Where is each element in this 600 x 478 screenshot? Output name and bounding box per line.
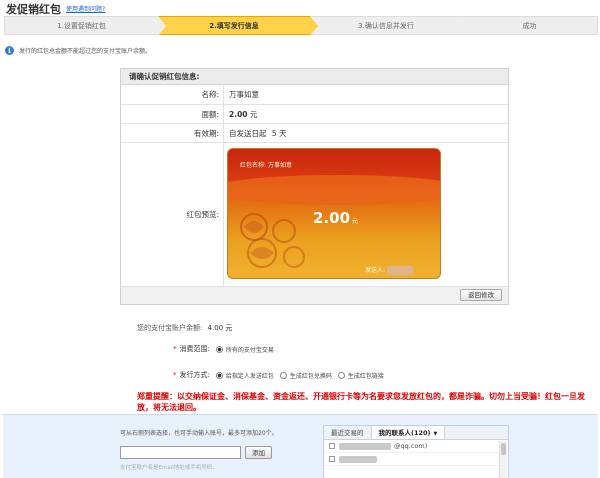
- scope-option: 所有的支付宝交易: [225, 346, 274, 354]
- balance-notice: i 发行的红包总金额不能超过您的支付宝账户余额。: [5, 46, 151, 55]
- contact-item[interactable]: @qq.com): [324, 440, 508, 453]
- step-arrow: [310, 16, 318, 36]
- scope-label: 消费范围:: [179, 345, 210, 353]
- tab-recent-trades[interactable]: 最近交易的: [324, 426, 371, 439]
- card-wave: [228, 175, 440, 205]
- card-amount: 2.00 元: [313, 209, 358, 227]
- page-title: 发促销红包: [6, 3, 61, 16]
- step-progress-bar: 1.设置促销红包 2.填写发行信息 3.确认信息并发行 成功: [4, 16, 598, 36]
- scope-radio[interactable]: [215, 345, 223, 353]
- lucky-pattern-icon: [240, 213, 305, 268]
- card-sender: 发送人:: [365, 265, 414, 275]
- balance-value: 4.00 元: [207, 324, 233, 332]
- step-2-label: 2.填写发行信息: [209, 22, 259, 30]
- validity-value-wrap: 自发送日起 5 天: [224, 124, 287, 142]
- issue-method-row: * 发行方式: 给指定人发送红包 生成红包兑换码 生成红包链接: [173, 370, 384, 380]
- step-4-label: 成功: [522, 22, 537, 30]
- add-recipient-button[interactable]: 添加: [245, 446, 272, 459]
- issue-option-code: 生成红包兑换码: [289, 372, 332, 380]
- card-name-value: 万事如意: [267, 162, 292, 169]
- scope-row: * 消费范围: 所有的支付宝交易: [173, 344, 274, 354]
- confirm-header: 请确认促销红包信息:: [121, 69, 508, 85]
- card-amount-value: 2.00: [313, 209, 351, 227]
- confirm-footer: 返回修改: [121, 287, 508, 304]
- issue-option-specified: 给指定人发送红包: [225, 372, 274, 380]
- recipient-sub-hint: 支付宝账户名是Email地址或手机号码。: [120, 465, 218, 471]
- tab-my-contacts[interactable]: 我的联系人(120) ▼: [370, 426, 446, 439]
- help-link[interactable]: 使用遇到问题?: [66, 4, 105, 13]
- card-name-prefix: 红包名称:: [240, 162, 267, 169]
- sender-redacted: [387, 266, 414, 275]
- step-arrow: [462, 16, 470, 36]
- contact-email: @qq.com): [394, 441, 428, 450]
- scrollbar-thumb[interactable]: [501, 443, 506, 455]
- required-star: *: [173, 371, 177, 379]
- notice-text: 发行的红包总金额不能超过您的支付宝账户余额。: [19, 48, 152, 55]
- step-3: 3.确认信息并发行: [310, 16, 470, 36]
- contact-name-redacted: [339, 455, 377, 463]
- tab-my-contacts-label: 我的联系人(120): [378, 429, 431, 437]
- required-star: *: [173, 345, 177, 353]
- red-envelope-preview-card: 红包名称: 万事如意 2.00 元 发送人:: [227, 148, 441, 279]
- amount-unit: 元: [249, 110, 258, 119]
- preview-label: 红包预览:: [121, 143, 224, 286]
- balance-label: 您的支付宝账户余额:: [137, 324, 203, 332]
- validity-label: 有效期:: [121, 124, 224, 142]
- validity-days: 5 天: [271, 129, 287, 138]
- contact-checkbox[interactable]: [329, 456, 335, 462]
- info-icon: i: [5, 46, 14, 55]
- name-value: 万事如意: [229, 90, 259, 99]
- contacts-tabs: 最近交易的 我的联系人(120) ▼: [324, 426, 508, 440]
- amount-label: 面额:: [121, 105, 224, 123]
- issue-radio-link[interactable]: [337, 371, 345, 379]
- confirm-panel: 请确认促销红包信息: 名称: 万事如意 面额: 2.00 元 有效期: 自发送日…: [120, 68, 509, 305]
- issue-option-link: 生成红包链接: [347, 372, 384, 380]
- back-edit-button[interactable]: 返回修改: [460, 289, 502, 301]
- recipient-hint: 可从右侧列表选择，也可手动输入账号，最多可添加20个。: [120, 430, 278, 437]
- amount-value: 2.00: [229, 110, 248, 119]
- contacts-list-panel: 最近交易的 我的联系人(120) ▼ @qq.com): [323, 425, 509, 478]
- contacts-scrollbar[interactable]: [499, 441, 507, 478]
- chevron-down-icon: ▼: [433, 431, 438, 437]
- fraud-warning: 郑重提醒：以交纳保证金、消保基金、资金返还、开通银行卡等为名要求您发放红包的，都…: [137, 391, 585, 412]
- account-balance: 您的支付宝账户余额: 4.00 元: [137, 323, 232, 333]
- step-2-active: 2.填写发行信息: [158, 16, 318, 36]
- recipient-account-input[interactable]: [120, 446, 241, 459]
- validity-row: 有效期: 自发送日起 5 天: [121, 124, 508, 143]
- card-amount-unit: 元: [352, 218, 359, 225]
- contact-name-redacted: [339, 442, 391, 450]
- step-3-label: 3.确认信息并发行: [358, 22, 414, 30]
- name-row: 名称: 万事如意: [121, 85, 508, 105]
- issue-label: 发行方式:: [179, 371, 210, 379]
- step-arrow: [158, 16, 166, 36]
- card-sender-label: 发送人:: [365, 267, 386, 274]
- amount-row: 面额: 2.00 元: [121, 105, 508, 124]
- contact-checkbox[interactable]: [329, 443, 335, 449]
- issue-radio-code[interactable]: [279, 371, 287, 379]
- card-name: 红包名称: 万事如意: [240, 160, 292, 169]
- preview-row: 红包预览: 红包名称: 万事如意 2.00 元 发送人:: [121, 143, 508, 287]
- issue-radio-specified[interactable]: [215, 371, 223, 379]
- name-label: 名称:: [121, 85, 224, 104]
- step-1: 1.设置促销红包: [4, 16, 166, 36]
- amount-value-wrap: 2.00 元: [224, 105, 257, 123]
- step-1-label: 1.设置促销红包: [57, 22, 106, 30]
- validity-value: 自发送日起: [229, 129, 267, 138]
- recipient-panel: 可从右侧列表选择，也可手动输入账号，最多可添加20个。 添加 支付宝账户名是Em…: [3, 414, 598, 478]
- step-4: 成功: [462, 16, 598, 35]
- contact-item[interactable]: [324, 453, 508, 466]
